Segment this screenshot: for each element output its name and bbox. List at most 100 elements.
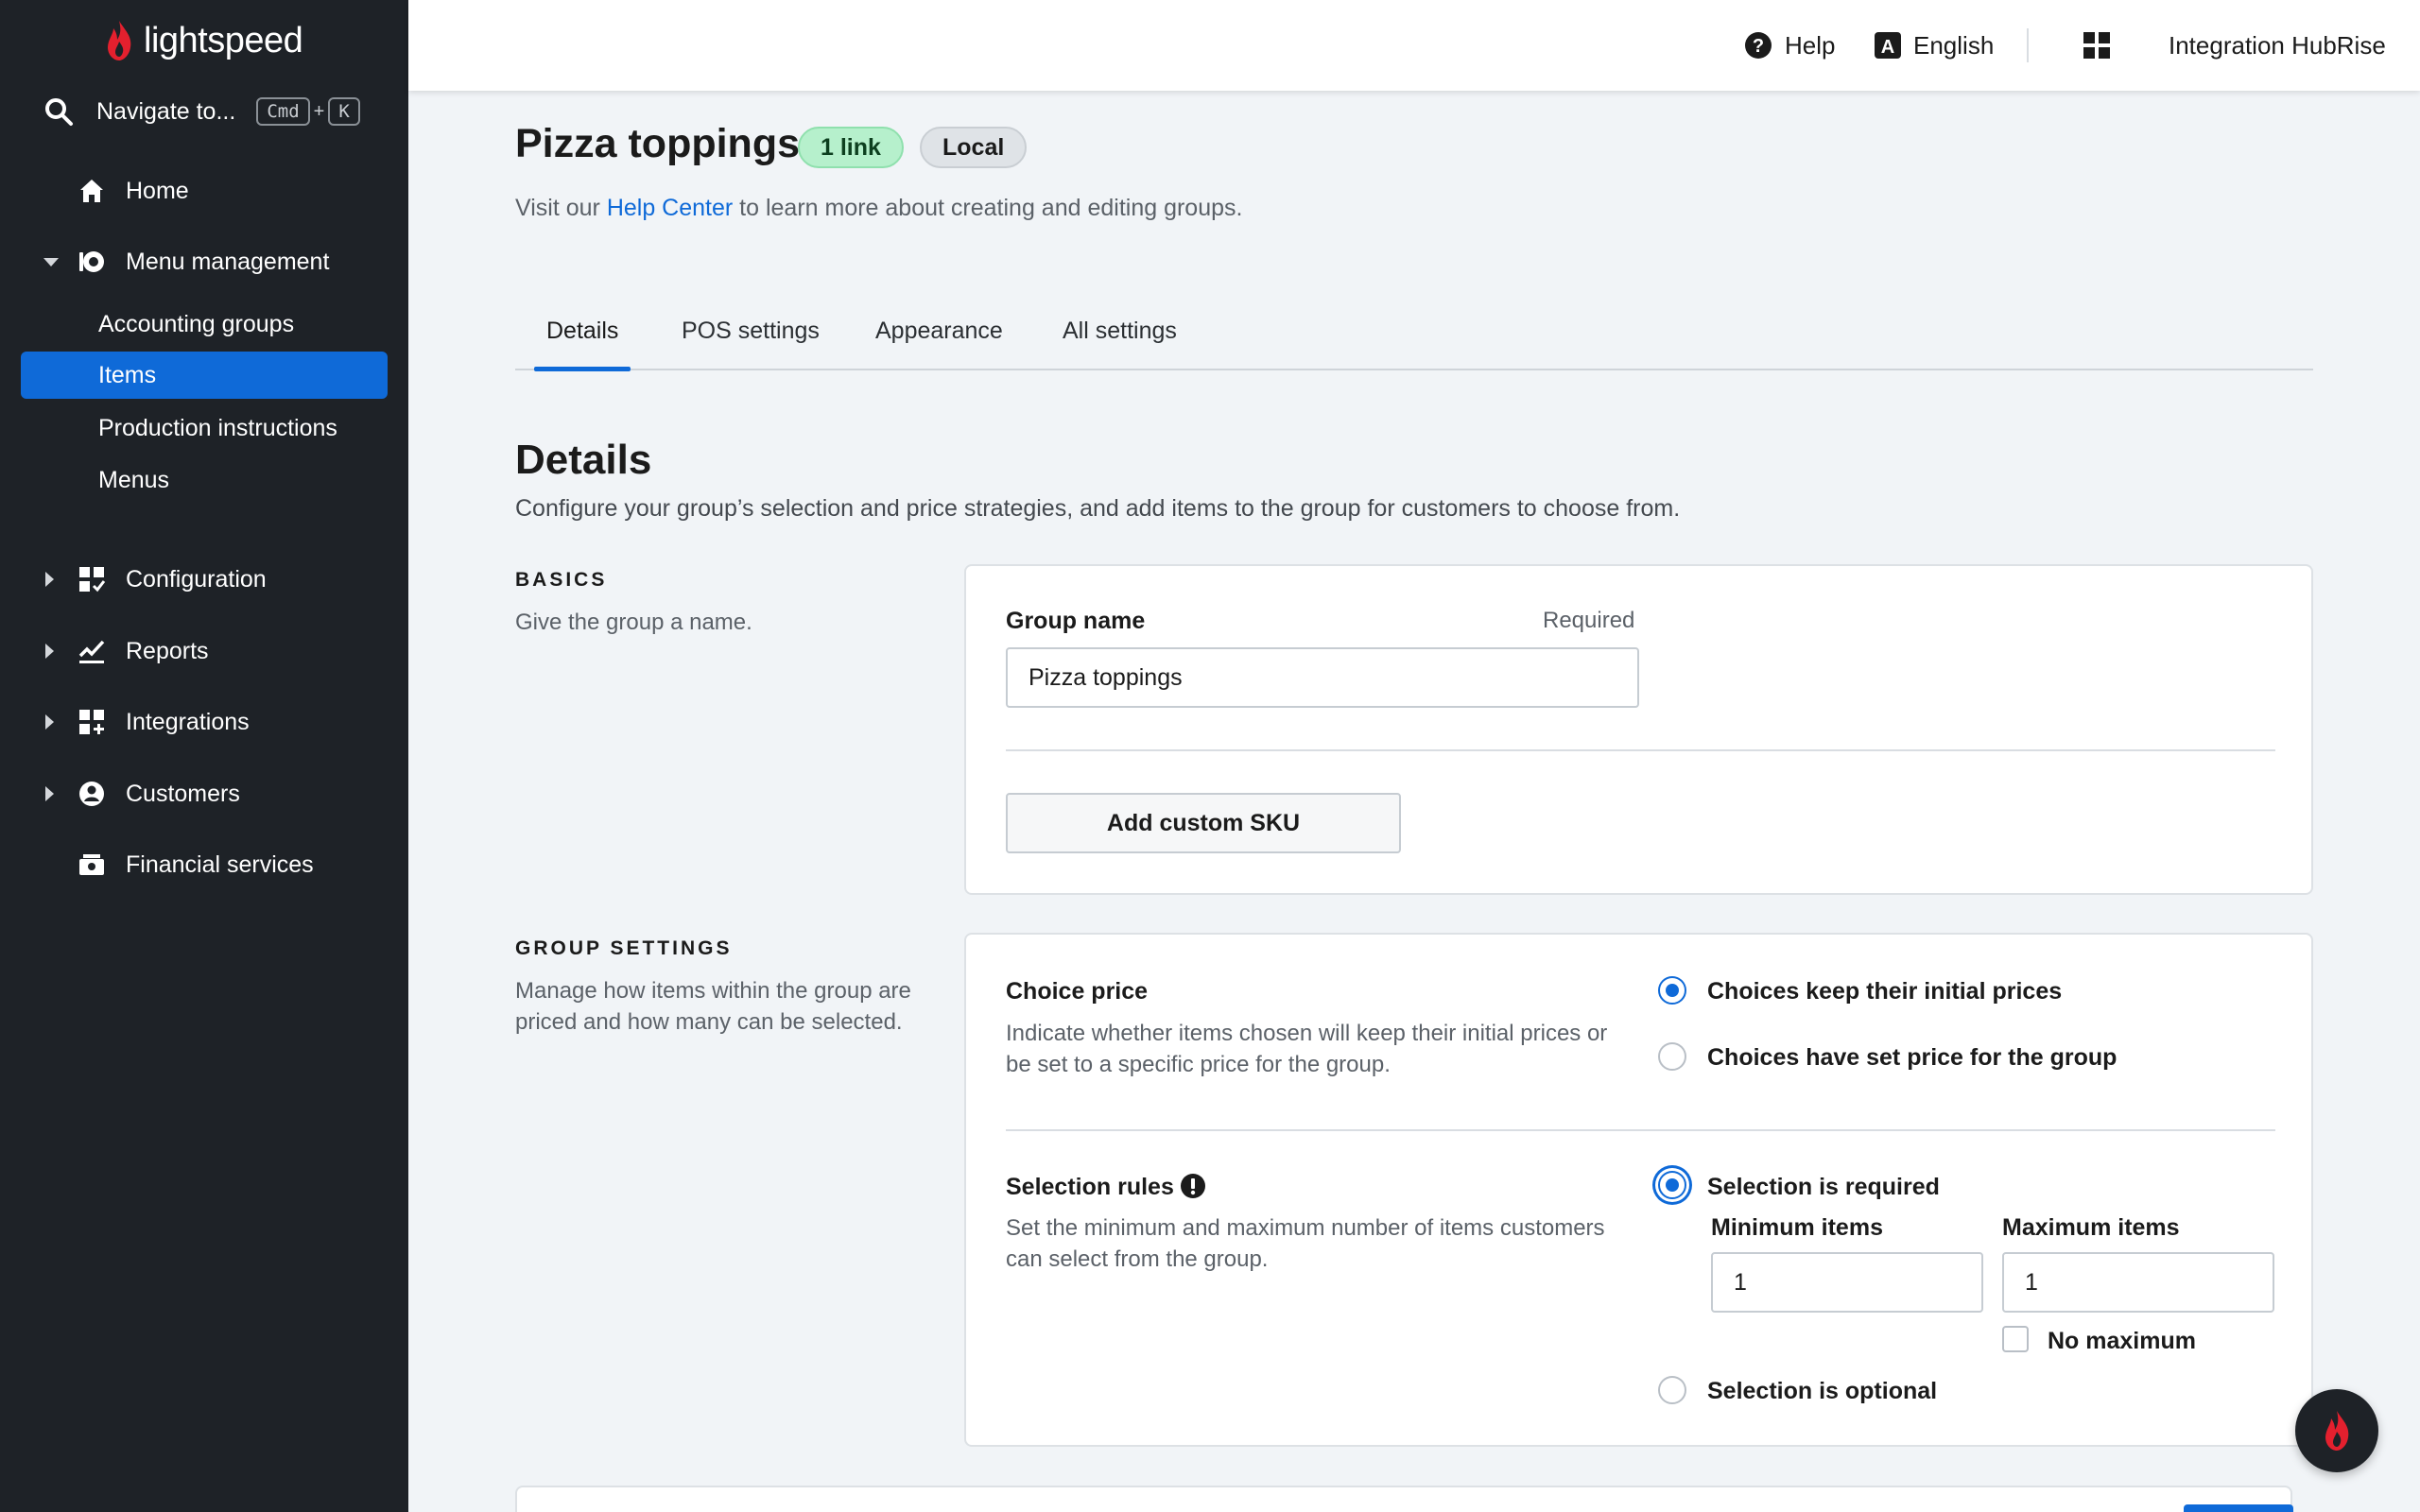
add-custom-sku-button[interactable]: Add custom SKU [1006,793,1401,853]
details-description: Configure your group’s selection and pri… [515,495,1681,522]
navigate-to-search[interactable]: Navigate to... Cmd + K [43,91,360,132]
shortcut-key-k: K [328,97,360,126]
sidebar-item-items[interactable]: Items [21,352,388,399]
tab-details[interactable]: Details [546,318,618,345]
search-icon [45,98,73,126]
account-menu[interactable]: Integration HubRise [2169,26,2386,64]
home-icon [78,177,106,205]
account-name: Integration HubRise [2169,30,2386,60]
help-center-link[interactable]: Help Center [607,195,733,221]
integrations-icon [78,708,106,736]
selection-optional-label[interactable]: Selection is optional [1707,1378,1937,1405]
customer-icon [78,780,106,808]
group-settings-divider [1006,1129,2275,1131]
choice-price-label: Choice price [1006,978,1149,1005]
sidebar-item-label: Home [126,177,189,204]
local-badge: Local [920,127,1028,168]
help-button[interactable]: ? Help [1743,26,1835,64]
cash-register-icon [78,850,106,879]
chevron-right-icon [45,572,54,587]
subtitle-suffix: to learn more about creating and editing… [733,195,1243,221]
selection-required-label[interactable]: Selection is required [1707,1174,1940,1201]
required-indicator: Required [1543,608,1635,633]
keep-initial-prices-label[interactable]: Choices keep their initial prices [1707,978,2062,1005]
page-title: Pizza toppings [515,121,800,166]
sidebar-item-label: Financial services [126,850,314,878]
flame-icon [2325,1411,2349,1451]
chevron-right-icon [45,714,54,730]
minimum-items-label: Minimum items [1711,1214,1883,1241]
sidebar-item-menus[interactable]: Menus [21,456,388,504]
reports-chart-icon [78,637,106,665]
details-heading: Details [515,437,652,483]
maximum-items-label: Maximum items [2002,1214,2180,1241]
sidebar-item-menu-management[interactable]: Menu management [0,235,408,288]
no-maximum-label[interactable]: No maximum [2048,1328,2196,1355]
radio-keep-initial-prices[interactable] [1658,976,1686,1005]
configuration-icon [78,565,106,593]
set-price-label[interactable]: Choices have set price for the group [1707,1044,2117,1072]
menu-book-icon [78,248,106,276]
language-icon: A [1875,32,1901,59]
help-icon: ? [1745,32,1772,59]
sidebar-item-accounting-groups[interactable]: Accounting groups [21,301,388,348]
sidebar-item-home[interactable]: Home [0,164,408,217]
radio-set-price[interactable] [1658,1042,1686,1071]
active-tab-indicator [534,367,631,371]
maximum-items-input[interactable] [2002,1252,2274,1313]
choice-price-description: Indicate whether items chosen will keep … [1006,1021,1608,1077]
sidebar-item-label: Configuration [126,565,267,593]
info-alert-icon[interactable] [1180,1173,1206,1199]
basics-label: BASICS [515,569,608,591]
subtitle-prefix: Visit our [515,195,607,221]
shortcut-plus: + [313,100,325,122]
chat-support-button[interactable] [2295,1389,2378,1472]
group-settings-label: GROUP SETTINGS [515,937,733,959]
help-label: Help [1785,30,1836,60]
chevron-right-icon [45,644,54,659]
tab-pos-settings[interactable]: POS settings [682,318,820,345]
sidebar-item-reports[interactable]: Reports [0,625,408,678]
basics-divider [1006,749,2275,751]
sidebar-item-integrations[interactable]: Integrations [0,696,408,748]
primary-action-button[interactable] [2184,1504,2293,1512]
basics-description: Give the group a name. [515,610,752,635]
group-settings-card: Choice price Indicate whether items chos… [964,933,2313,1447]
chevron-right-icon [45,786,54,801]
sidebar-item-financial-services[interactable]: Financial services [0,838,408,891]
no-maximum-checkbox[interactable] [2002,1326,2029,1352]
sidebar-item-configuration[interactable]: Configuration [0,553,408,606]
svg-text:A: A [1881,37,1894,58]
sidebar-item-production-instructions[interactable]: Production instructions [21,404,388,452]
link-badge[interactable]: 1 link [798,127,904,168]
app-switcher-button[interactable] [2082,26,2112,64]
sidebar-item-label: Integrations [126,708,250,735]
minimum-items-input[interactable] [1711,1252,1983,1313]
radio-selection-optional[interactable] [1658,1376,1686,1404]
grid-icon [2083,32,2110,59]
page-subtitle: Visit our Help Center to learn more abou… [515,195,1242,222]
tab-bar: Details POS settings Appearance All sett… [515,302,2313,371]
shortcut-key-cmd: Cmd [256,97,310,126]
group-name-label: Group name [1006,608,1146,634]
brand-name: lightspeed [144,20,303,60]
lightspeed-logo[interactable]: lightspeed [102,19,303,62]
svg-text:?: ? [1753,36,1764,57]
sidebar: lightspeed Navigate to... Cmd + K Home M… [0,0,408,1512]
tab-appearance[interactable]: Appearance [875,318,1003,345]
group-name-input[interactable] [1006,647,1639,708]
sidebar-item-label: Customers [126,780,240,807]
selection-rules-description: Set the minimum and maximum number of it… [1006,1215,1605,1272]
navigate-label: Navigate to... [96,97,236,125]
language-button[interactable]: A English [1874,26,1994,64]
chevron-down-icon [43,257,59,266]
group-settings-description: Manage how items within the group are pr… [515,978,911,1035]
sidebar-item-customers[interactable]: Customers [0,767,408,820]
sidebar-item-label: Reports [126,637,209,664]
next-section-card [515,1486,2292,1512]
language-label: English [1913,30,1995,60]
topbar-divider [2027,28,2029,62]
tab-all-settings[interactable]: All settings [1063,318,1177,345]
radio-selection-required[interactable] [1658,1171,1686,1199]
flame-icon [108,21,131,60]
